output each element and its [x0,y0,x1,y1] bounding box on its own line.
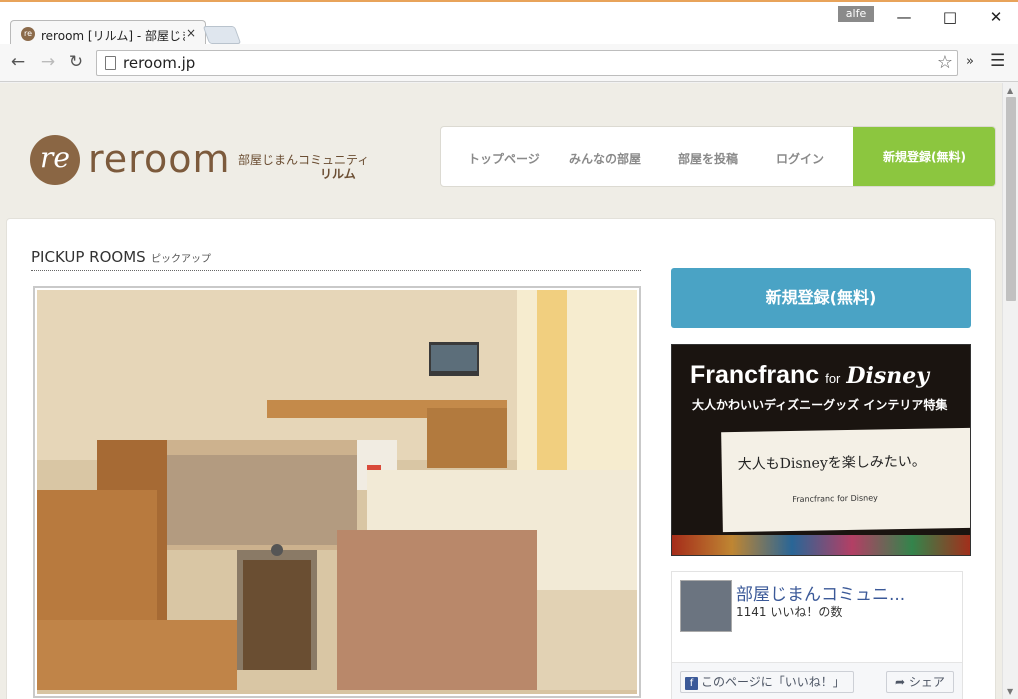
forward-icon[interactable]: → [38,52,58,72]
page-viewport: re reroom 部屋じまんコミュニティ リルム トップページ みんなの部屋 … [0,83,1002,699]
address-bar[interactable]: reroom.jp ☆ [96,50,958,76]
facebook-like-label: このページに「いいね！」 [701,675,845,689]
profile-badge[interactable]: alfe [838,6,874,22]
scroll-down-icon[interactable]: ▼ [1007,687,1013,696]
maximize-icon[interactable]: □ [928,6,972,28]
facebook-page-name[interactable]: 部屋じまんコミュニ... [736,580,905,605]
section-subtitle: ピックアップ [151,254,211,265]
banner-brand-name: Francfranc [690,361,820,389]
favicon-icon: re [21,27,35,41]
extensions-overflow-icon[interactable]: » [966,54,974,69]
content-card: PICKUP ROOMS ピックアップ 新規登録(無料) Francfranc … [6,218,996,699]
global-nav: トップページ みんなの部屋 部屋を投稿 ログイン 新規登録(無料) [440,126,996,187]
banner-brand: Francfranc for Disney [690,361,929,390]
nav-item-post[interactable]: 部屋を投稿 [678,150,738,167]
tab-title: reroom [リルム] - 部屋じまん [41,29,185,43]
room-image [37,290,637,694]
room-illustration [37,290,637,690]
banner-for: for [825,371,841,386]
francfranc-disney-banner[interactable]: Francfranc for Disney 大人かわいいディズニーグッズ インテリア… [671,344,971,556]
back-icon[interactable]: ← [8,52,28,72]
reload-icon[interactable]: ↻ [66,52,86,72]
facebook-share-button[interactable]: ➦ シェア [886,671,954,693]
url-text[interactable]: reroom.jp [123,54,195,72]
page-icon [105,56,116,70]
close-window-icon[interactable]: ✕ [974,6,1018,28]
browser-toolbar: ← → ↻ reroom.jp ☆ » ☰ [0,44,1018,82]
facebook-page-thumbnail[interactable] [680,580,732,632]
banner-decoration [672,535,970,555]
facebook-widget-footer: f このページに「いいね！」 ➦ シェア [672,662,962,699]
new-tab-button[interactable] [202,26,242,44]
facebook-share-label: シェア [908,675,945,689]
section-title: PICKUP ROOMS [31,248,146,266]
browser-menu-icon[interactable]: ☰ [990,51,1005,71]
minimize-icon[interactable]: — [882,6,926,28]
banner-product-box: 大人もDisneyを楽しみたい。 Francfranc for Disney [721,427,970,533]
nav-item-login[interactable]: ログイン [776,150,824,167]
facebook-like-count: 1141 いいね！の数 [736,605,843,619]
sidebar-signup-button[interactable]: 新規登録(無料) [671,268,971,328]
scroll-up-icon[interactable]: ▲ [1007,86,1013,95]
nav-item-rooms[interactable]: みんなの部屋 [569,150,641,167]
banner-disney-logo: Disney [846,363,929,389]
site-tagline-name: リルム [320,167,356,181]
banner-box-text: 大人もDisneyを楽しみたい。 [737,453,926,473]
section-divider [31,270,641,271]
browser-tab[interactable]: re reroom [リルム] - 部屋じまん × [10,20,206,47]
tab-close-icon[interactable]: × [186,26,196,40]
site-logo[interactable]: reroom [88,137,230,181]
facebook-page-widget: 部屋じまんコミュニ... 1141 いいね！の数 f このページに「いいね！」 ➦… [671,571,963,699]
pickup-room-photo[interactable] [33,286,641,698]
facebook-like-button[interactable]: f このページに「いいね！」 [680,671,854,693]
nav-item-top[interactable]: トップページ [468,150,540,167]
page-scrollbar[interactable]: ▲ ▼ [1002,83,1018,699]
banner-subtitle: 大人かわいいディズニーグッズ インテリア特集 [692,398,948,412]
facebook-icon: f [685,677,698,690]
browser-titlebar: re reroom [リルム] - 部屋じまん × alfe — □ ✕ [0,0,1018,47]
nav-signup-button[interactable]: 新規登録(無料) [853,127,995,186]
bookmark-star-icon[interactable]: ☆ [937,52,953,73]
scroll-thumb[interactable] [1006,97,1016,301]
banner-box-brand: Francfranc for Disney [792,493,878,504]
logo-mark-glyph: re [40,141,70,174]
logo-mark-icon[interactable]: re [30,135,80,185]
